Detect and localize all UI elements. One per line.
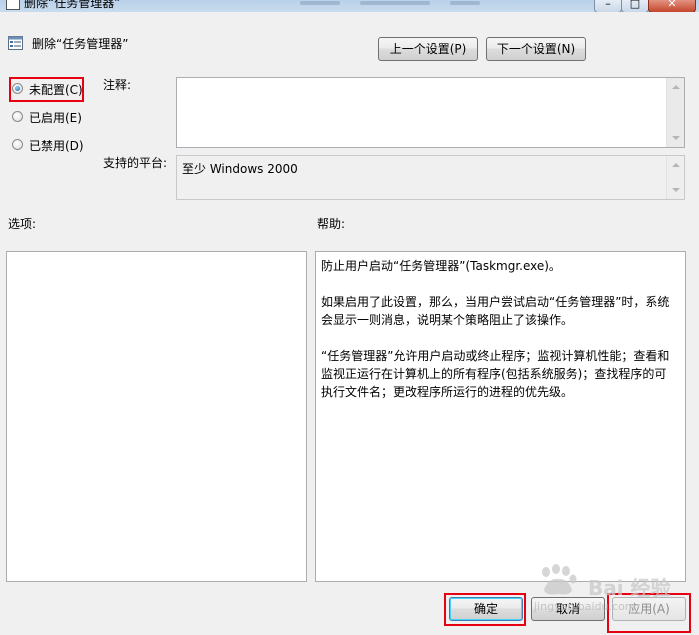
scroll-up-arrow-icon[interactable] (672, 85, 680, 89)
help-paragraph: 如果启用了此设置，那么，当用户尝试启动“任务管理器”时，系统会显示一则消息，说明… (321, 295, 670, 327)
window-icon (6, 0, 20, 10)
radio-label: 未配置(C) (29, 83, 83, 97)
radio-indicator (12, 111, 23, 122)
scroll-up-arrow-icon[interactable] (672, 163, 680, 167)
minimize-icon: – (605, 0, 611, 10)
title-bar[interactable]: 删除“任务管理器” – □ ✕ (0, 0, 699, 12)
ok-button[interactable]: 确定 (449, 597, 523, 621)
policy-title: 删除“任务管理器” (32, 37, 129, 51)
options-pane[interactable] (6, 251, 307, 582)
help-paragraph: “任务管理器”允许用户启动或终止程序；监视计算机性能；查看和监视正运行在计算机上… (321, 349, 670, 399)
scroll-down-arrow-icon[interactable] (672, 136, 680, 140)
window-title: 删除“任务管理器” (24, 0, 121, 10)
policy-setting-icon (8, 36, 23, 50)
comment-scrollbar[interactable] (666, 78, 684, 147)
radio-indicator (12, 139, 23, 150)
maximize-icon: □ (629, 0, 641, 10)
platform-scrollbar[interactable] (666, 156, 684, 199)
supported-platform-value: 至少 Windows 2000 (182, 162, 298, 176)
next-setting-button[interactable]: 下一个设置(N) (486, 37, 586, 61)
background-window-ghost (300, 1, 340, 5)
background-window-ghost (360, 1, 430, 5)
help-paragraph: 防止用户启动“任务管理器”(Taskmgr.exe)。 (321, 259, 561, 273)
close-icon: ✕ (667, 0, 677, 10)
background-window-ghost (450, 1, 480, 5)
supported-platform-field: 至少 Windows 2000 (176, 155, 685, 200)
options-label: 选项: (8, 217, 37, 231)
radio-label: 已启用(E) (29, 111, 82, 125)
comment-textarea[interactable] (176, 77, 685, 148)
maximize-button[interactable]: □ (621, 0, 649, 12)
comment-label: 注释: (103, 78, 132, 92)
help-label: 帮助: (317, 217, 346, 231)
group-policy-setting-dialog: 删除“任务管理器” – □ ✕ 删除“任务管理器” 上一个设置(P) 下一个设置… (0, 0, 699, 635)
help-pane[interactable]: 防止用户启动“任务管理器”(Taskmgr.exe)。 如果启用了此设置，那么，… (315, 251, 686, 582)
close-button[interactable]: ✕ (648, 0, 696, 12)
supported-platform-label: 支持的平台: (103, 156, 168, 170)
cancel-button[interactable]: 取消 (531, 597, 605, 621)
scroll-down-arrow-icon[interactable] (672, 188, 680, 192)
radio-label: 已禁用(D) (29, 139, 84, 153)
radio-selected-indicator (12, 83, 23, 94)
apply-button[interactable]: 应用(A) (612, 597, 686, 621)
help-text: 防止用户启动“任务管理器”(Taskmgr.exe)。 如果启用了此设置，那么，… (321, 257, 671, 419)
minimize-button[interactable]: – (594, 0, 622, 12)
previous-setting-button[interactable]: 上一个设置(P) (378, 37, 478, 61)
